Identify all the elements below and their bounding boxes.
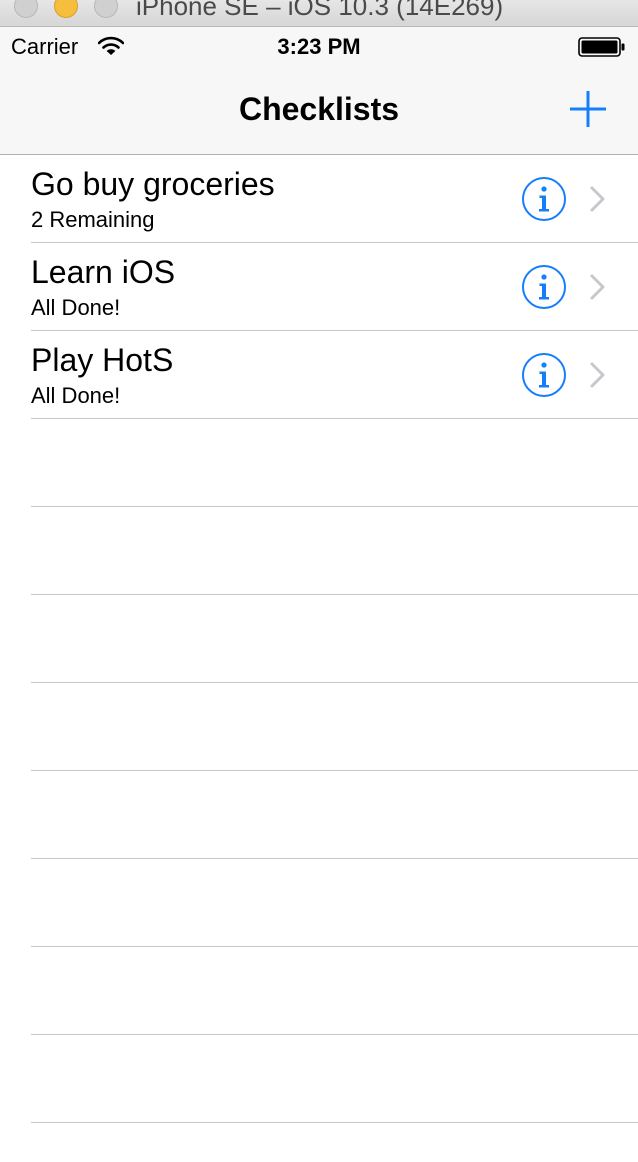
empty-table-row <box>0 595 638 683</box>
row-title: Learn iOS <box>31 254 176 290</box>
table-row[interactable]: Play HotS All Done! <box>0 331 638 419</box>
table-row[interactable]: Learn iOS All Done! <box>0 243 638 331</box>
window-title: iPhone SE – iOS 10.3 (14E269) <box>136 0 504 21</box>
battery-icon <box>578 37 625 57</box>
empty-table-row <box>0 859 638 947</box>
zoom-window-button[interactable] <box>94 0 118 18</box>
info-icon[interactable] <box>521 176 567 222</box>
empty-table-row <box>0 771 638 859</box>
plus-icon[interactable] <box>566 87 610 131</box>
navigation-bar: Checklists <box>0 67 638 155</box>
row-subtitle: All Done! <box>31 295 121 320</box>
empty-table-row <box>0 947 638 1035</box>
row-subtitle: 2 Remaining <box>31 207 155 232</box>
table-row[interactable]: Go buy groceries 2 Remaining <box>0 155 638 243</box>
close-window-button[interactable] <box>14 0 38 18</box>
row-title: Play HotS <box>31 342 174 378</box>
checklist-table: Go buy groceries 2 Remaining Learn iOS A… <box>0 155 638 1123</box>
simulator-window: iPhone SE – iOS 10.3 (14E269) Carrier 3:… <box>0 0 638 1162</box>
empty-table-row <box>0 683 638 771</box>
row-title: Go buy groceries <box>31 166 275 202</box>
chevron-right-icon <box>590 362 605 388</box>
info-icon[interactable] <box>521 352 567 398</box>
minimize-window-button[interactable] <box>54 0 78 18</box>
chevron-right-icon <box>590 274 605 300</box>
status-bar: Carrier 3:23 PM <box>0 27 638 67</box>
empty-table-row <box>0 419 638 507</box>
window-title-bar: iPhone SE – iOS 10.3 (14E269) <box>0 0 638 27</box>
info-icon[interactable] <box>521 264 567 310</box>
chevron-right-icon <box>590 186 605 212</box>
row-subtitle: All Done! <box>31 383 121 408</box>
empty-table-row <box>0 507 638 595</box>
status-time: 3:23 PM <box>277 34 361 59</box>
empty-table-row <box>0 1035 638 1123</box>
page-title: Checklists <box>238 91 400 127</box>
